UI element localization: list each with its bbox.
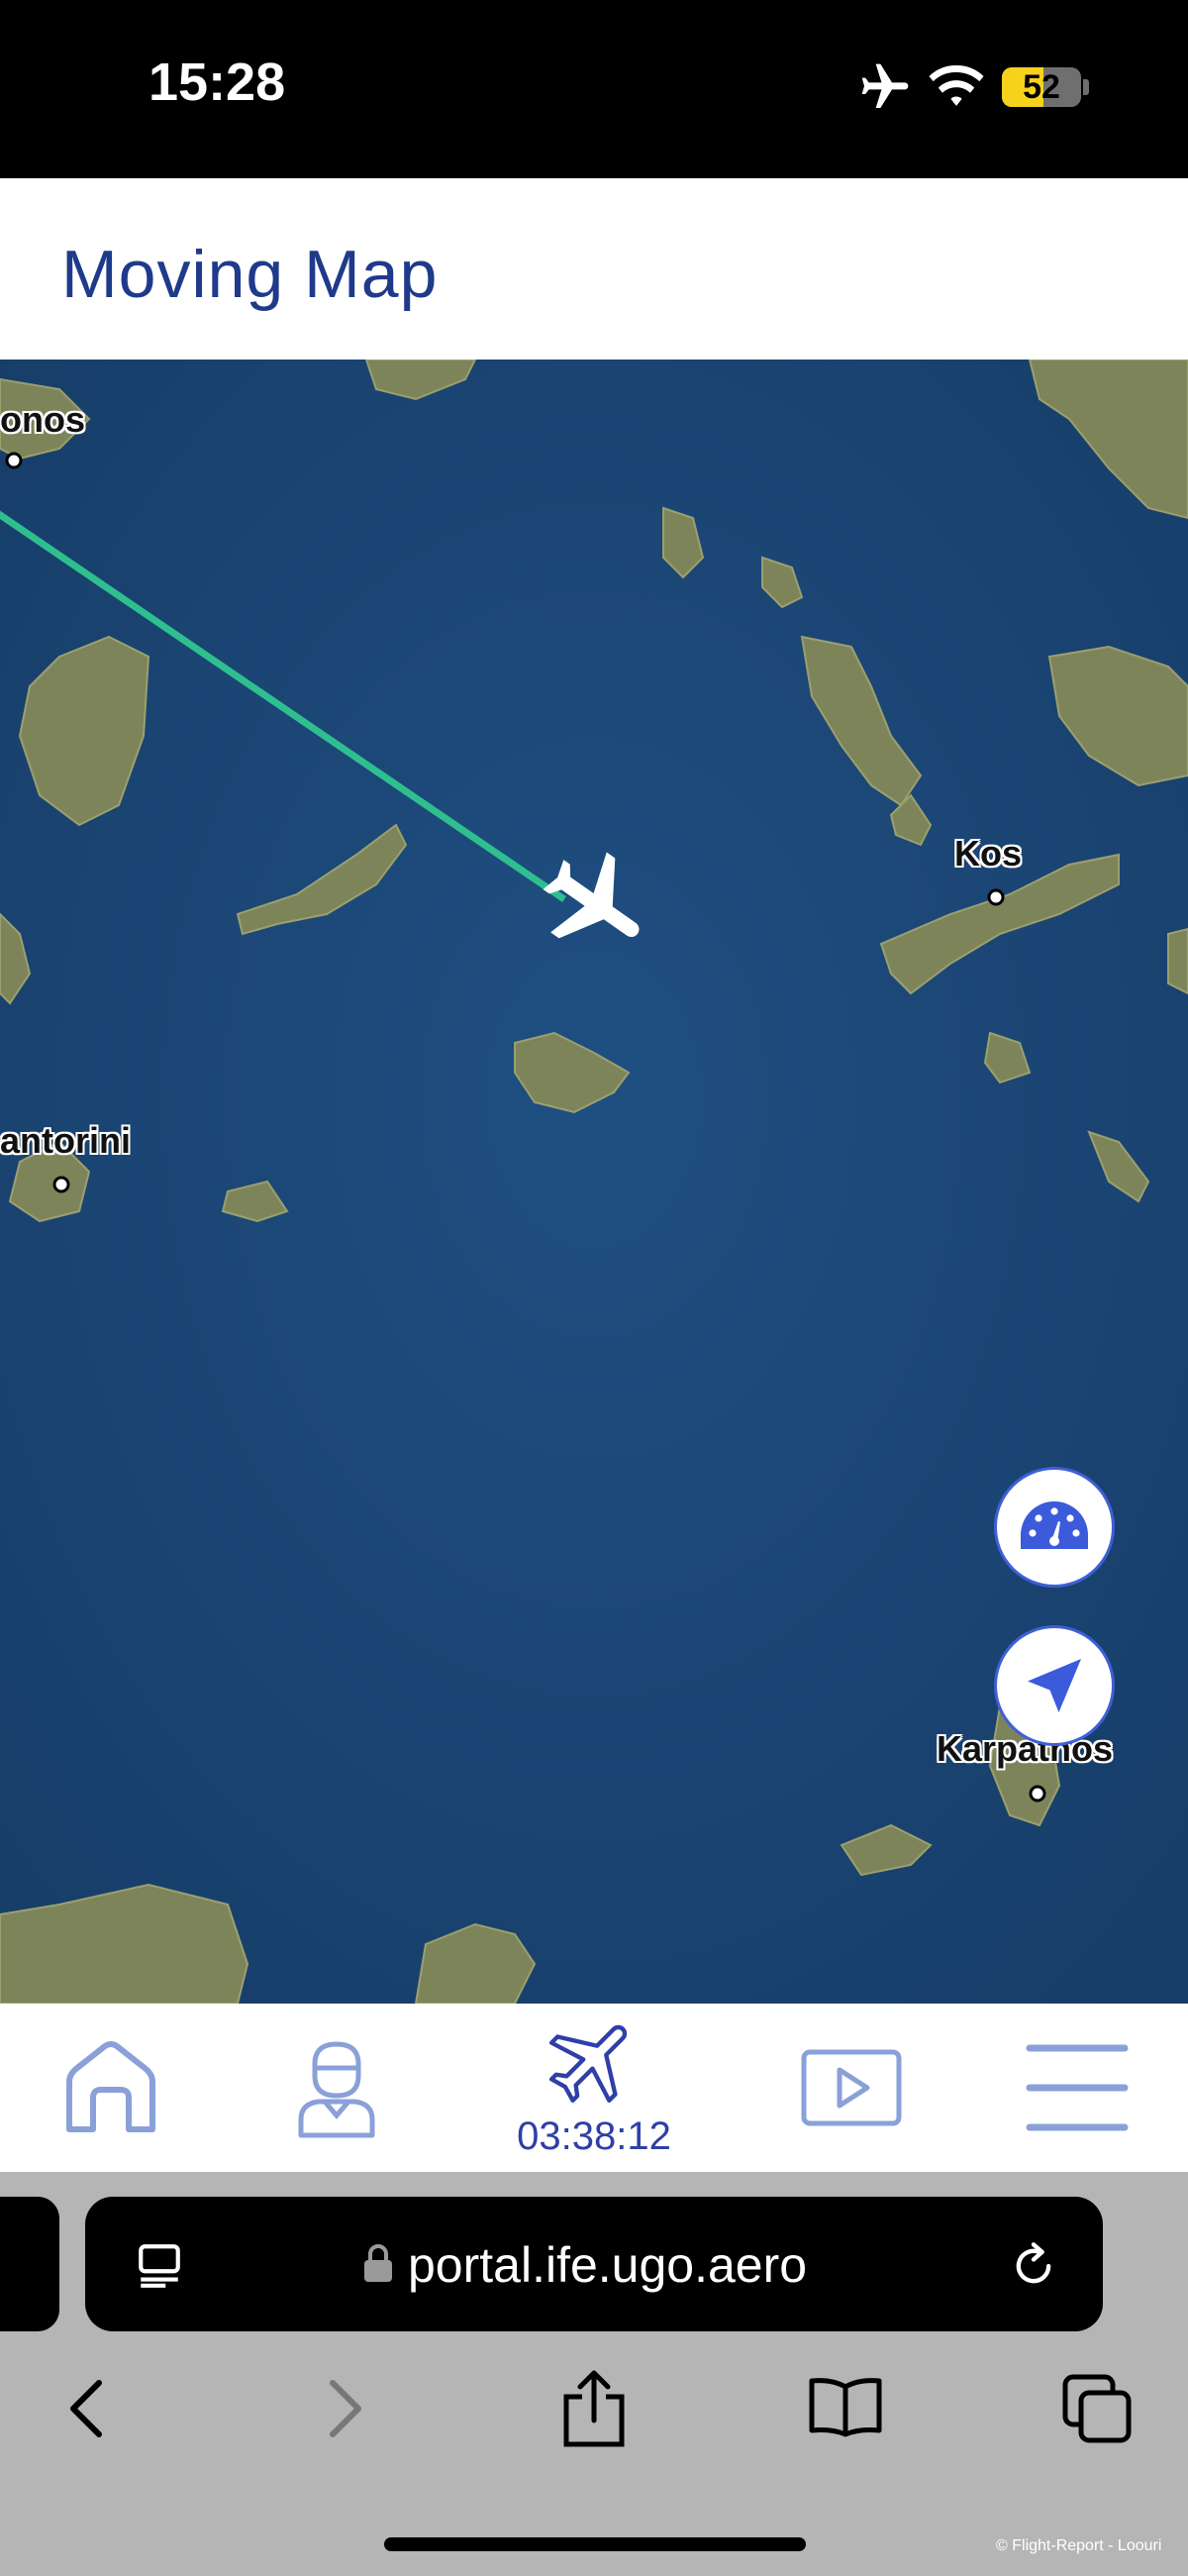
bottom-nav: 03:38:12 <box>0 2004 1188 2172</box>
moving-map[interactable]: onos Kos antorini Karpathos <box>0 360 1188 2004</box>
wifi-icon <box>929 64 984 106</box>
home-indicator <box>384 2537 806 2551</box>
page-title: Moving Map <box>61 237 439 312</box>
speedometer-button[interactable] <box>994 1467 1115 1588</box>
crew-icon <box>298 2041 375 2138</box>
city-dot-mykonos <box>5 452 23 469</box>
city-dot-karpathos <box>1029 1785 1046 1803</box>
battery-percent: 52 <box>1023 68 1060 106</box>
city-label-kos: Kos <box>954 833 1023 874</box>
battery-nub <box>1083 79 1089 95</box>
menu-icon <box>1026 2044 1129 2131</box>
nav-menu[interactable] <box>1006 2004 1148 2172</box>
previous-tab[interactable] <box>0 2197 59 2331</box>
recenter-button[interactable] <box>994 1625 1115 1746</box>
play-icon <box>801 2049 902 2126</box>
nav-flight[interactable]: 03:38:12 <box>495 2004 693 2172</box>
tabs-icon[interactable] <box>1061 2373 1133 2444</box>
city-dot-santorini <box>52 1176 70 1193</box>
watermark: © Flight-Report - Loouri <box>996 2537 1162 2554</box>
nav-media[interactable] <box>780 2004 923 2172</box>
flight-time-remaining: 03:38:12 <box>517 2114 671 2158</box>
navigation-arrow-icon <box>1028 1659 1081 1712</box>
lock-icon <box>364 2244 392 2282</box>
share-icon[interactable] <box>560 2369 628 2448</box>
bookmarks-icon[interactable] <box>808 2375 883 2438</box>
city-dot-kos <box>987 888 1005 906</box>
reader-icon[interactable] <box>135 2240 184 2290</box>
nav-home[interactable] <box>40 2004 182 2172</box>
nav-crew[interactable] <box>265 2004 408 2172</box>
flight-icon <box>548 2024 628 2104</box>
back-icon[interactable] <box>63 2377 111 2440</box>
reload-icon[interactable] <box>1008 2240 1059 2292</box>
battery-icon: 52 <box>1002 67 1081 107</box>
city-label-mykonos: onos <box>0 399 85 440</box>
city-label-santorini: antorini <box>0 1120 131 1161</box>
speedometer-icon <box>1021 1501 1088 1549</box>
status-time: 15:28 <box>148 52 286 112</box>
airplane-mode-icon <box>861 63 909 108</box>
home-icon <box>66 2041 155 2132</box>
forward-icon[interactable] <box>321 2377 368 2440</box>
url-text[interactable]: portal.ife.ugo.aero <box>408 2236 807 2294</box>
